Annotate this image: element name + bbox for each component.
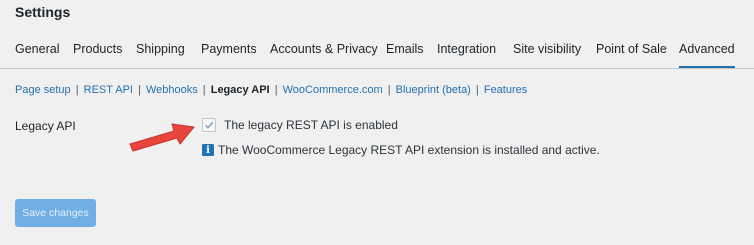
page-title: Settings <box>15 4 71 20</box>
section-link-legacy-api[interactable]: Legacy API <box>211 84 270 96</box>
legacy-api-checkbox-label: The legacy REST API is enabled <box>224 118 398 132</box>
tab-advanced[interactable]: Advanced <box>679 42 735 68</box>
tab-integration[interactable]: Integration <box>437 42 496 56</box>
legacy-api-label: Legacy API <box>15 119 76 133</box>
section-separator: | <box>387 84 391 96</box>
save-changes-button[interactable]: Save changes <box>15 199 96 227</box>
checkmark-icon <box>204 121 214 129</box>
legacy-api-info-notice: i The WooCommerce Legacy REST API extens… <box>202 143 600 157</box>
section-links: Page setup | REST API | Webhooks | Legac… <box>15 84 527 96</box>
legacy-api-checkbox-row[interactable]: The legacy REST API is enabled <box>202 118 398 132</box>
legacy-api-checkbox[interactable] <box>202 118 216 132</box>
tab-site-visibility[interactable]: Site visibility <box>513 42 581 56</box>
section-link-woocommerce-com[interactable]: WooCommerce.com <box>283 84 383 96</box>
section-separator: | <box>274 84 278 96</box>
tab-shipping[interactable]: Shipping <box>136 42 185 56</box>
section-link-webhooks[interactable]: Webhooks <box>146 84 198 96</box>
settings-page: Settings General Products Shipping Payme… <box>0 0 754 245</box>
section-separator: | <box>75 84 79 96</box>
section-separator: | <box>202 84 206 96</box>
section-link-blueprint[interactable]: Blueprint (beta) <box>396 84 471 96</box>
tab-payments[interactable]: Payments <box>201 42 257 56</box>
section-link-page-setup[interactable]: Page setup <box>15 84 71 96</box>
settings-tabs: General Products Shipping Payments Accou… <box>0 42 754 69</box>
section-separator: | <box>475 84 479 96</box>
red-arrow-icon <box>126 114 198 157</box>
section-link-rest-api[interactable]: REST API <box>84 84 133 96</box>
section-separator: | <box>138 84 141 96</box>
tab-products[interactable]: Products <box>73 42 122 56</box>
section-link-features[interactable]: Features <box>484 84 527 96</box>
tab-accounts-privacy[interactable]: Accounts & Privacy <box>270 42 378 56</box>
tab-general[interactable]: General <box>15 42 59 56</box>
tab-point-of-sale[interactable]: Point of Sale <box>596 42 667 56</box>
tab-emails[interactable]: Emails <box>386 42 424 56</box>
info-icon: i <box>202 144 214 156</box>
legacy-api-info-text: The WooCommerce Legacy REST API extensio… <box>218 143 600 157</box>
